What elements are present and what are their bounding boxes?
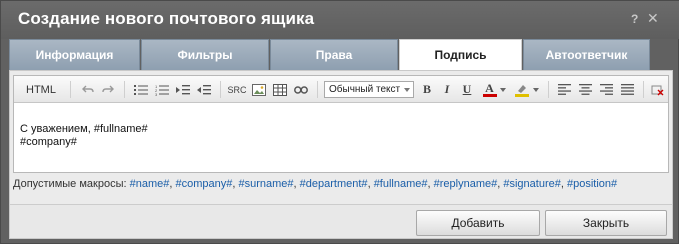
link-icon[interactable] xyxy=(292,81,310,98)
bullet-list-icon[interactable] xyxy=(132,81,150,98)
tab-bar: Информация Фильтры Права Подпись Автоотв… xyxy=(9,39,673,71)
align-justify-icon[interactable] xyxy=(618,81,636,98)
align-left-icon[interactable] xyxy=(555,81,573,98)
dialog-title: Создание нового почтового ящика xyxy=(18,9,315,28)
underline-button[interactable]: U xyxy=(459,81,475,98)
clear-format-icon[interactable] xyxy=(649,81,665,98)
macro-link[interactable]: #company# xyxy=(176,178,233,190)
html-mode-button[interactable]: HTML xyxy=(24,81,58,98)
help-button[interactable]: ? xyxy=(631,12,638,26)
editor-toolbar: HTML 123 SRC Обычный текст B I U A xyxy=(14,76,668,103)
tab-rights[interactable]: Права xyxy=(270,39,398,70)
macro-link[interactable]: #fullname# xyxy=(374,178,428,190)
table-icon[interactable] xyxy=(271,81,289,98)
indent-icon[interactable] xyxy=(174,81,192,98)
signature-panel: HTML 123 SRC Обычный текст B I U A С ува… xyxy=(9,70,673,239)
chevron-down-icon xyxy=(404,88,410,92)
outdent-icon[interactable] xyxy=(195,81,213,98)
dialog-window: Создание нового почтового ящика ? ✕ Инфо… xyxy=(0,0,679,244)
macros-label: Допустимые макросы: xyxy=(13,178,127,190)
editor-content[interactable]: С уважением, #fullname# #company# xyxy=(20,123,148,149)
numbered-list-icon[interactable]: 123 xyxy=(153,81,171,98)
italic-button[interactable]: I xyxy=(439,81,455,98)
macros-help: Допустимые макросы: #name#, #company#, #… xyxy=(13,178,618,190)
macro-link[interactable]: #signature# xyxy=(503,178,561,190)
tab-info[interactable]: Информация xyxy=(9,39,140,70)
toolbar-separator xyxy=(220,81,221,98)
source-button[interactable]: SRC xyxy=(227,81,247,98)
macro-link[interactable]: #name# xyxy=(130,178,170,190)
image-icon[interactable] xyxy=(250,81,268,98)
paragraph-style-value: Обычный текст xyxy=(329,84,401,95)
undo-icon[interactable] xyxy=(80,81,96,98)
bold-button[interactable]: B xyxy=(419,81,435,98)
toolbar-separator xyxy=(317,81,318,98)
highlight-color-button[interactable] xyxy=(511,81,541,98)
close-icon[interactable]: ✕ xyxy=(647,10,659,27)
toolbar-separator xyxy=(124,81,125,98)
macro-link[interactable]: #position# xyxy=(567,178,617,190)
chevron-down-icon xyxy=(499,87,506,92)
font-color-button[interactable]: A xyxy=(480,81,508,98)
svg-text:3: 3 xyxy=(155,92,158,96)
tab-autoresponder[interactable]: Автоответчик xyxy=(523,39,650,70)
toolbar-separator xyxy=(70,81,71,98)
close-button[interactable]: Закрыть xyxy=(545,210,667,236)
macro-link[interactable]: #replyname# xyxy=(434,178,498,190)
font-color-label: A xyxy=(482,82,497,97)
tab-filters[interactable]: Фильтры xyxy=(141,39,269,70)
align-center-icon[interactable] xyxy=(576,81,594,98)
redo-icon[interactable] xyxy=(100,81,116,98)
align-right-icon[interactable] xyxy=(597,81,615,98)
signature-line: #company# xyxy=(20,136,77,148)
macro-link[interactable]: #department# xyxy=(300,178,368,190)
signature-line: С уважением, #fullname# xyxy=(20,123,148,135)
paragraph-style-select[interactable]: Обычный текст xyxy=(324,81,414,98)
toolbar-separator xyxy=(643,81,644,98)
signature-editor: HTML 123 SRC Обычный текст B I U A С ува… xyxy=(13,75,669,173)
tab-signature[interactable]: Подпись xyxy=(399,39,522,71)
macro-link[interactable]: #surname# xyxy=(239,178,294,190)
chevron-down-icon xyxy=(532,87,539,92)
add-button[interactable]: Добавить xyxy=(416,210,540,236)
toolbar-separator xyxy=(548,81,549,98)
dialog-footer: Добавить Закрыть xyxy=(10,204,672,238)
title-bar: Создание нового почтового ящика ? ✕ xyxy=(1,1,679,39)
